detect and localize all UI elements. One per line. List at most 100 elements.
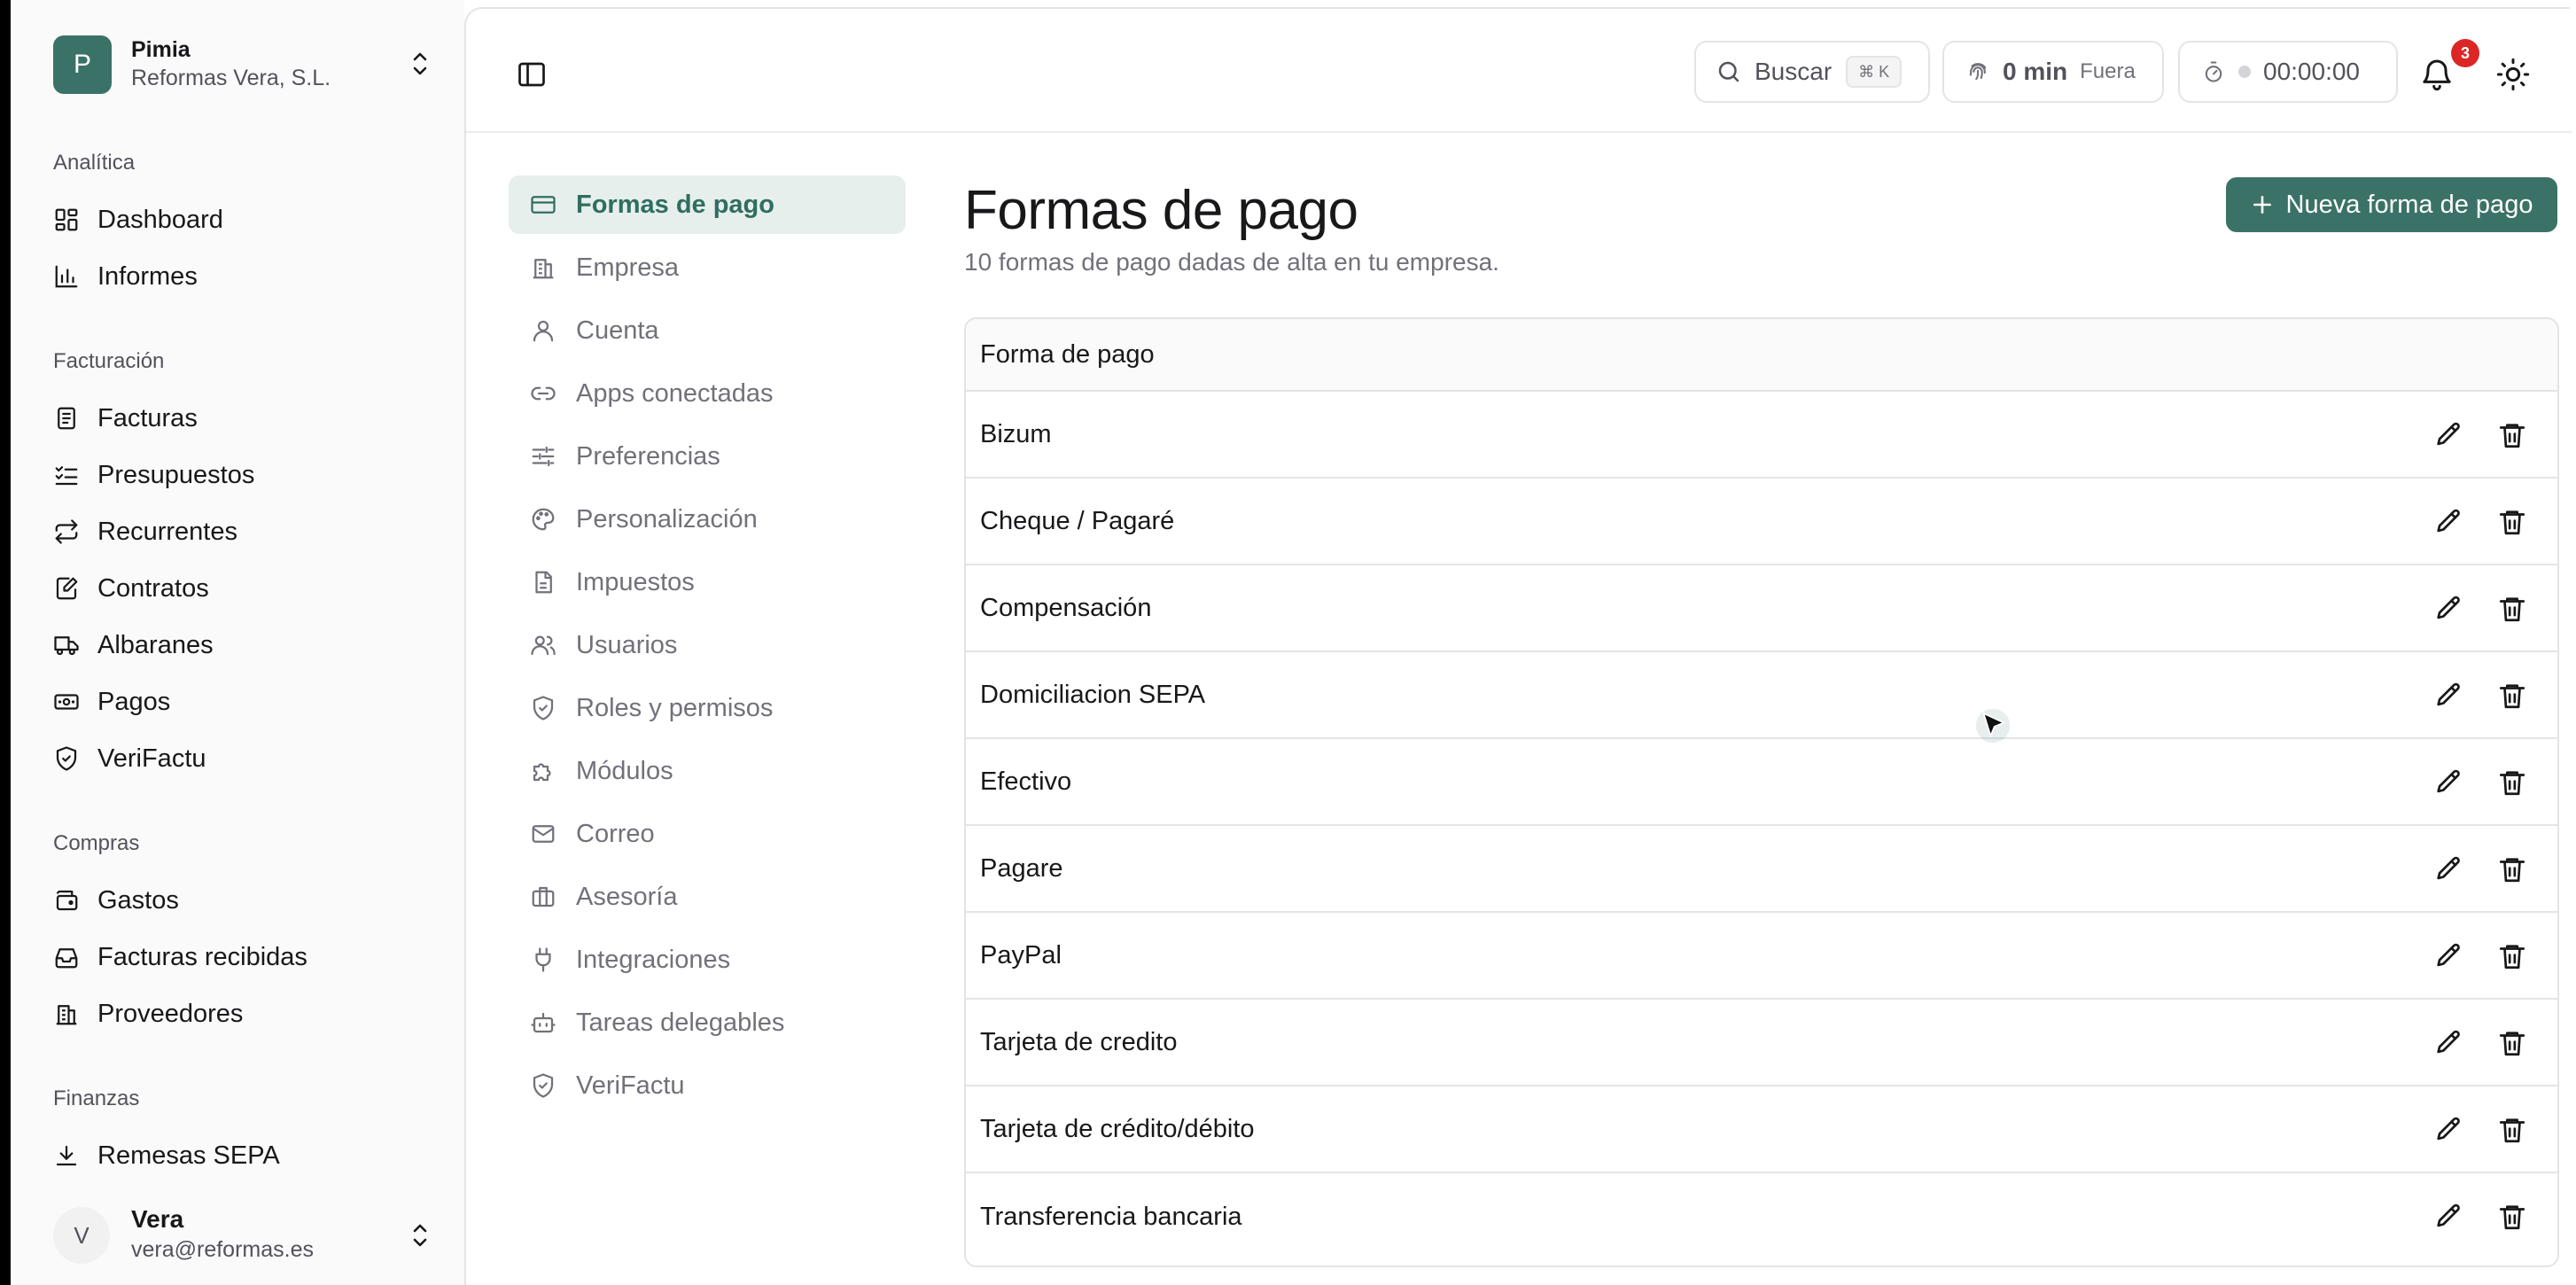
sidebar-item-label: Pagos — [97, 687, 171, 716]
trash-icon[interactable] — [2497, 594, 2527, 624]
sidebar-item-label: Albaranes — [97, 630, 214, 659]
pencil-icon[interactable] — [2433, 420, 2463, 450]
sidebar-item-facturas-recibidas[interactable]: Facturas recibidas — [53, 934, 443, 980]
sidebar-item-facturas[interactable]: Facturas — [53, 395, 443, 441]
bar-chart-icon — [55, 265, 78, 288]
sidebar-item-informes[interactable]: Informes — [53, 253, 443, 300]
timer-button[interactable]: 00:00:00 — [2178, 41, 2398, 103]
settings-item-empresa[interactable]: Empresa — [509, 238, 906, 297]
trash-icon[interactable] — [2497, 507, 2527, 537]
pencil-icon[interactable] — [2433, 1202, 2463, 1232]
sidebar-item-label: Proveedores — [97, 999, 244, 1028]
settings-item-impuestos[interactable]: Impuestos — [509, 553, 906, 611]
bot-icon — [531, 1012, 556, 1033]
list-check-icon — [55, 466, 78, 486]
sidebar-item-label: Facturas recibidas — [97, 942, 307, 971]
settings-item-preferencias[interactable]: Preferencias — [509, 427, 906, 486]
trash-icon[interactable] — [2497, 420, 2527, 450]
table-row[interactable]: Tarjeta de crédito/débito — [966, 1086, 2557, 1173]
puzzle-icon — [533, 763, 551, 782]
settings-item-roles-y-permisos[interactable]: Roles y permisos — [509, 679, 906, 737]
trash-icon[interactable] — [2497, 854, 2527, 884]
time-tracking-button[interactable]: 0 min Fuera — [1942, 41, 2164, 103]
table-row[interactable]: Cheque / Pagaré — [966, 479, 2557, 565]
credit-card-icon — [531, 196, 556, 214]
settings-item-verifactu[interactable]: VeriFactu — [509, 1056, 906, 1115]
trash-icon[interactable] — [2497, 1028, 2527, 1058]
banknote-icon — [54, 694, 79, 710]
bell-icon[interactable] — [2419, 57, 2455, 92]
settings-item-personalizacion[interactable]: Personalización — [509, 490, 906, 549]
settings-item-modulos[interactable]: Módulos — [509, 742, 906, 800]
table-row[interactable]: Transferencia bancaria — [966, 1173, 2557, 1260]
settings-item-label: Preferencias — [576, 441, 720, 471]
time-status: Fuera — [2080, 59, 2136, 83]
column-header-forma-de-pago: Forma de pago — [980, 339, 1155, 369]
trash-icon[interactable] — [2497, 1202, 2527, 1232]
sidebar-item-recurrentes[interactable]: Recurrentes — [53, 509, 443, 555]
settings-item-label: VeriFactu — [576, 1071, 685, 1100]
table-row[interactable]: Efectivo — [966, 739, 2557, 826]
pencil-icon[interactable] — [2433, 507, 2463, 537]
shield-check-icon — [56, 746, 77, 771]
settings-item-correo[interactable]: Correo — [509, 805, 906, 863]
settings-item-label: Tareas delegables — [576, 1008, 785, 1037]
time-value: 0 min — [2003, 58, 2068, 85]
pencil-icon[interactable] — [2433, 941, 2463, 971]
search-button[interactable]: Buscar ⌘ K — [1694, 41, 1930, 103]
settings-item-integraciones[interactable]: Integraciones — [509, 931, 906, 989]
search-shortcut: ⌘ K — [1846, 56, 1903, 88]
trash-icon[interactable] — [2497, 767, 2527, 798]
pencil-icon[interactable] — [2433, 594, 2463, 624]
settings-item-cuenta[interactable]: Cuenta — [509, 301, 906, 360]
settings-item-formas-de-pago[interactable]: Formas de pago — [509, 175, 906, 234]
new-payment-method-button[interactable]: Nueva forma de pago — [2226, 177, 2557, 232]
pencil-icon[interactable] — [2433, 681, 2463, 711]
pencil-icon[interactable] — [2433, 854, 2463, 884]
sidebar-item-pagos[interactable]: Pagos — [53, 679, 443, 725]
table-row[interactable]: Domiciliacion SEPA — [966, 652, 2557, 739]
table-row[interactable]: PayPal — [966, 913, 2557, 1000]
payment-method-name: Bizum — [980, 419, 1052, 448]
payment-method-name: Tarjeta de crédito/débito — [980, 1114, 1255, 1143]
table-row[interactable]: Compensación — [966, 565, 2557, 652]
settings-item-tareas-delegables[interactable]: Tareas delegables — [509, 993, 906, 1052]
org-avatar: P — [53, 35, 112, 94]
sidebar-item-label: Remesas SEPA — [97, 1141, 280, 1170]
sliders-icon — [532, 446, 555, 467]
trash-icon[interactable] — [2497, 681, 2527, 711]
timer-value: 00:00:00 — [2263, 58, 2360, 85]
settings-item-asesoria[interactable]: Asesoría — [509, 868, 906, 926]
chevrons-up-down-icon — [413, 52, 427, 75]
sidebar-item-albaranes[interactable]: Albaranes — [53, 622, 443, 668]
user-menu[interactable]: V Vera vera@reformas.es — [53, 1203, 443, 1267]
pencil-icon[interactable] — [2433, 767, 2463, 798]
toggle-sidebar-icon[interactable] — [516, 58, 548, 90]
sidebar-item-remesas-sepa[interactable]: Remesas SEPA — [53, 1133, 443, 1179]
sidebar: P Pimia Reformas Vera, S.L. Analítica Da… — [11, 0, 464, 1285]
settings-item-label: Correo — [576, 819, 655, 848]
settings-item-usuarios[interactable]: Usuarios — [509, 616, 906, 674]
pencil-icon[interactable] — [2433, 1028, 2463, 1058]
org-switcher[interactable]: P Pimia Reformas Vera, S.L. — [53, 35, 443, 94]
settings-item-label: Impuestos — [576, 567, 695, 596]
sidebar-item-gastos[interactable]: Gastos — [53, 877, 443, 923]
inbox-icon — [55, 948, 78, 969]
sun-icon[interactable] — [2495, 57, 2531, 92]
settings-item-label: Roles y permisos — [576, 693, 774, 722]
trash-icon[interactable] — [2497, 941, 2527, 971]
sidebar-item-contratos[interactable]: Contratos — [53, 565, 443, 611]
settings-item-apps-conectadas[interactable]: Apps conectadas — [509, 364, 906, 423]
table-row[interactable]: Pagare — [966, 826, 2557, 913]
sidebar-item-label: Facturas — [97, 403, 198, 432]
timer-status-dot — [2238, 66, 2251, 78]
sidebar-item-label: Presupuestos — [97, 460, 255, 489]
sidebar-item-proveedores[interactable]: Proveedores — [53, 991, 443, 1037]
table-row[interactable]: Tarjeta de credito — [966, 1000, 2557, 1086]
sidebar-item-presupuestos[interactable]: Presupuestos — [53, 452, 443, 498]
trash-icon[interactable] — [2497, 1115, 2527, 1145]
table-row[interactable]: Bizum — [966, 392, 2557, 479]
sidebar-item-dashboard[interactable]: Dashboard — [53, 197, 443, 243]
pencil-icon[interactable] — [2433, 1115, 2463, 1145]
sidebar-item-verifactu[interactable]: VeriFactu — [53, 736, 443, 782]
